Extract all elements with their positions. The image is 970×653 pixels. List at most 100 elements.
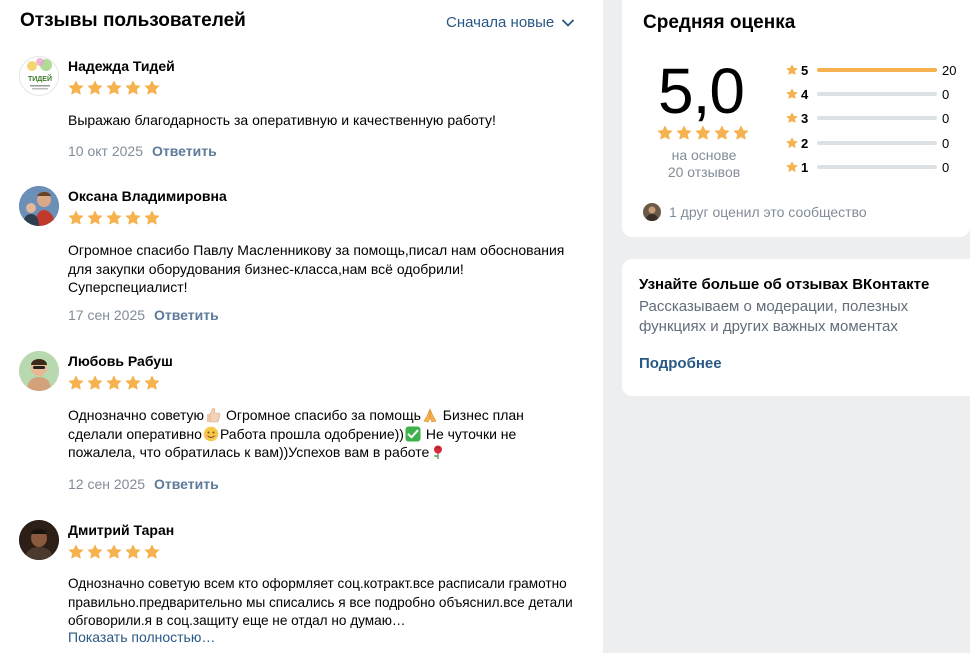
learn-more-title: Узнайте больше об отзывах ВКонтакте [639,276,930,293]
avatar-logo-text: ТИДЕЙ [28,74,52,83]
reviews-panel: Отзывы пользователей Сначала новые ТИДЕЙ… [0,0,603,653]
rating-row-stars: 4 [801,86,809,102]
star-icon [68,210,84,226]
review-date: 17 сен 2025 [68,307,146,323]
rating-stars [68,375,160,391]
friends-rated[interactable]: 1 друг оценил это сообщество [643,203,867,221]
rating-bar [817,165,937,169]
reviewer-name[interactable]: Дмитрий Таран [68,522,174,538]
star-icon [106,210,122,226]
sort-label: Сначала новые [446,14,555,31]
folded-hands-emoji-icon [423,408,437,423]
rating-row: 10 [786,159,949,175]
rating-row: 5 20 [786,62,956,78]
learn-more-link[interactable]: Подробнее [639,355,722,372]
smiling-face-emoji-icon [203,426,219,441]
show-more-link[interactable]: Показать полностью… [68,629,215,645]
review-meta: 17 сен 2025 Ответить [68,307,219,323]
learn-more-text: Рассказываем о модерации, полезных функц… [639,298,909,335]
star-icon [125,375,141,391]
star-icon [68,544,84,560]
reply-button[interactable]: Ответить [152,143,217,159]
review-text-part: Работа прошла одобрение)) [219,425,404,442]
reviewer-name[interactable]: Оксана Владимировна [68,188,227,204]
rating-row-count: 0 [942,159,950,175]
rating-bar [817,92,937,96]
review-text: Однозначно советую всем кто оформляет со… [68,576,573,628]
rating-stars [68,80,160,96]
star-icon [714,125,730,141]
star-icon [144,210,160,226]
rating-stars [68,210,160,226]
reviewer-name[interactable]: Любовь Рабуш [68,353,173,369]
reviewer-name[interactable]: Надежда Тидей [68,58,175,74]
review-text-part: Огромное спасибо за помощь [222,407,421,423]
star-icon [125,210,141,226]
reply-button[interactable]: Ответить [154,476,219,492]
star-icon [733,125,749,141]
star-icon [786,64,798,76]
rating-basis: на основе 20 отзывов [648,147,760,181]
avatar[interactable] [19,351,59,391]
review-text: Однозначно советую Огромное спасибо за п… [68,406,538,462]
star-icon [144,544,160,560]
star-icon [786,137,798,149]
avatar[interactable]: ТИДЕЙ [19,56,59,96]
average-rating-value: 5,0 [658,55,745,127]
rating-row-count: 20 [942,62,957,78]
chevron-down-icon [562,19,575,26]
star-icon [87,544,103,560]
star-icon [676,125,692,141]
star-icon [657,125,673,141]
star-icon [695,125,711,141]
reply-button[interactable]: Ответить [154,307,219,323]
star-icon [68,375,84,391]
rating-row-count: 0 [942,110,950,126]
learn-more-card: Узнайте больше об отзывах ВКонтакте Расс… [622,259,970,396]
rating-row: 40 [786,86,949,102]
rating-row-count: 0 [942,135,950,151]
rating-bar [817,141,937,145]
avatar[interactable] [19,520,59,560]
star-icon [106,544,122,560]
rating-row: 30 [786,110,949,126]
review-date: 10 окт 2025 [68,143,143,159]
rating-card-title: Средняя оценка [643,12,796,33]
star-icon [144,80,160,96]
star-icon [786,161,798,173]
review-date: 12 сен 2025 [68,476,146,492]
star-icon [144,375,160,391]
star-icon [786,88,798,100]
rating-bar-fill [817,68,937,72]
rating-bar [817,68,937,72]
star-icon [125,544,141,560]
based-on-label: на основе [671,147,737,163]
reviews-count: 20 отзывов [667,164,741,180]
rating-row: 20 [786,135,949,151]
review-meta: 12 сен 2025 Ответить [68,476,219,492]
star-icon [786,112,798,124]
star-icon [125,80,141,96]
review-meta: 10 окт 2025 Ответить [68,143,217,159]
review-text: Огромное спасибо Павлу Масленникову за п… [68,242,565,295]
average-rating-stars [657,125,749,141]
star-icon [106,80,122,96]
rating-row-stars: 3 [801,110,809,126]
rating-row-count: 0 [942,86,950,102]
star-icon [87,375,103,391]
rating-row-stars: 5 [801,62,809,78]
star-icon [106,375,122,391]
star-icon [87,80,103,96]
star-icon [87,210,103,226]
friend-avatar [643,203,661,221]
rating-bar [817,116,937,120]
avatar[interactable] [19,186,59,226]
sort-dropdown[interactable]: Сначала новые [446,14,575,31]
rose-emoji-icon [434,445,443,459]
check-mark-emoji-icon [405,426,421,441]
review-text-part: Однозначно советую [68,407,205,423]
average-rating-card: Средняя оценка 5,0 на основе 20 отзывов … [622,0,970,237]
thumbs-up-emoji-icon [207,407,221,423]
review-text: Выражаю благодарность за оперативную и к… [68,112,496,128]
rating-row-stars: 1 [801,159,809,175]
